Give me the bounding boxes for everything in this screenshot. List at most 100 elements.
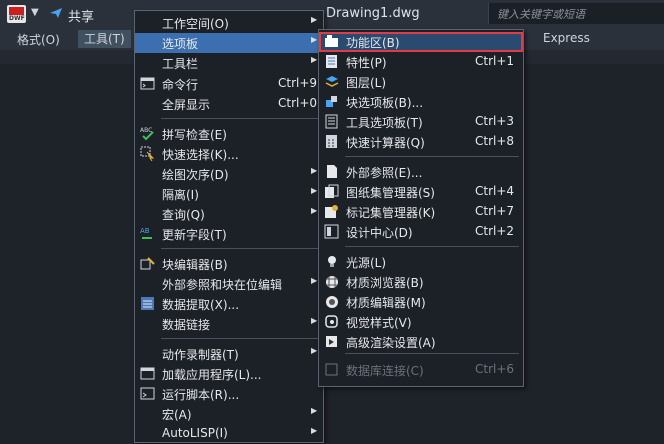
menu-separator — [161, 248, 319, 249]
tools-menu-item[interactable]: 运行脚本(R)... — [135, 384, 323, 404]
tools-menu-item-label: 全屏显示 — [162, 98, 211, 112]
submenu-arrow-icon: ▶ — [311, 35, 318, 44]
submenu-arrow-icon: ▶ — [311, 316, 318, 325]
tools-menu-item[interactable]: 动作录制器(T) ▶ — [135, 344, 323, 364]
palettes-menu-item[interactable]: 图层(L) — [319, 72, 523, 92]
palettes-menu-item-label: 图纸集管理器(S) — [346, 186, 435, 200]
tools-menu-item-label: 快速选择(K)... — [162, 148, 239, 162]
tools-menu-item-label: 外部参照和块在位编辑 — [162, 278, 283, 292]
submenu-arrow-icon: ▶ — [311, 55, 318, 64]
search-box[interactable]: 键入关键字或短语 — [488, 3, 664, 24]
share-label[interactable]: 共享 — [68, 6, 94, 25]
menu-tools[interactable]: 工具(T) — [78, 30, 131, 48]
data-extraction-icon — [141, 297, 154, 310]
tools-menu-item-label: 拼写检查(E) — [162, 128, 227, 142]
ribbon-icon — [325, 35, 338, 47]
tools-menu-item[interactable]: AB 更新字段(T) — [135, 224, 323, 244]
palettes-menu-item[interactable]: 设计中心(D) Ctrl+2 — [319, 222, 523, 242]
tools-menu-item[interactable]: 隔离(I) ▶ — [135, 184, 323, 204]
palettes-menu-item[interactable]: 特性(P) Ctrl+1 — [319, 52, 523, 72]
render-settings-icon — [326, 336, 337, 347]
shortcut-label: Ctrl+4 — [475, 184, 515, 198]
tools-menu-item[interactable]: 选项板 ▶ — [135, 33, 323, 53]
palettes-menu-item[interactable]: 视觉样式(V) — [319, 312, 523, 332]
tools-menu-item[interactable]: AutoLISP(I) ▶ — [135, 424, 323, 444]
palettes-menu-item[interactable]: 快速计算器(Q) Ctrl+8 — [319, 132, 523, 152]
palettes-menu-item-label: 快速计算器(Q) — [346, 136, 425, 150]
tools-menu-item-label: 动作录制器(T) — [162, 348, 239, 362]
tools-menu-item[interactable]: 宏(A) ▶ — [135, 404, 323, 424]
submenu-arrow-icon: ▶ — [311, 346, 318, 355]
command-line-icon — [140, 77, 155, 90]
palettes-submenu: 功能区(B) 特性(P) Ctrl+1 图层(L) 块选项板(B)... 工具选项板(T)… — [318, 29, 524, 387]
palettes-menu-item[interactable]: 功能区(B) — [319, 32, 523, 52]
tools-menu-item[interactable]: 外部参照和块在位编辑 ▶ — [135, 274, 323, 294]
visual-styles-icon — [325, 315, 338, 328]
tools-menu-item-label: 隔离(I) — [162, 188, 199, 202]
share-icon[interactable] — [49, 7, 63, 19]
tools-menu-item-label: 块编辑器(B) — [162, 258, 228, 272]
palettes-menu-item[interactable]: 材质编辑器(M) — [319, 292, 523, 312]
xref-icon — [327, 165, 337, 178]
submenu-arrow-icon: ▶ — [311, 426, 318, 435]
tools-menu-item-label: 数据提取(X)... — [162, 298, 240, 312]
tools-menu-item[interactable]: 数据提取(X)... — [135, 294, 323, 314]
palettes-menu-item[interactable]: 外部参照(E)... — [319, 162, 523, 182]
tools-menu-item[interactable]: 绘图次序(D) ▶ — [135, 164, 323, 184]
submenu-arrow-icon: ▶ — [311, 186, 318, 195]
tools-menu-item[interactable]: 命令行 Ctrl+9 — [135, 74, 323, 94]
menu-separator — [345, 156, 519, 157]
palettes-menu-item-label: 光源(L) — [346, 256, 387, 270]
tools-menu-item[interactable]: 工具栏 ▶ — [135, 53, 323, 73]
quick-access-dropdown-icon[interactable]: ▼ — [31, 7, 39, 18]
properties-icon — [326, 55, 337, 68]
layers-icon — [325, 76, 339, 87]
tools-menu-item[interactable]: 查询(Q) ▶ — [135, 204, 323, 224]
menu-format[interactable]: 格式(O) — [17, 31, 60, 48]
tools-menu-item-label: 宏(A) — [162, 408, 192, 422]
palettes-menu-item-label: 外部参照(E)... — [346, 166, 423, 180]
tools-menu-item-label: 绘图次序(D) — [162, 168, 229, 182]
shortcut-label: Ctrl+3 — [475, 114, 515, 128]
menu-separator — [161, 338, 319, 339]
shortcut-label: Ctrl+2 — [475, 224, 515, 238]
palettes-menu-item[interactable]: 块选项板(B)... — [319, 92, 523, 112]
shortcut-label: Ctrl+0 — [278, 96, 318, 110]
tools-menu-item[interactable]: ABC 拼写检查(E) — [135, 124, 323, 144]
run-script-icon — [140, 387, 155, 400]
palettes-menu-item[interactable]: 光源(L) — [319, 252, 523, 272]
menu-express[interactable]: Express — [543, 31, 590, 45]
sheet-set-icon — [325, 184, 339, 198]
shortcut-label: Ctrl+1 — [475, 54, 515, 68]
palettes-menu-item[interactable]: 高级渲染设置(A) — [319, 332, 523, 352]
tools-menu-item[interactable]: 全屏显示 Ctrl+0 — [135, 94, 323, 114]
palettes-menu-item[interactable]: 材质浏览器(B) — [319, 272, 523, 292]
tools-menu-item-label: 选项板 — [162, 37, 199, 51]
tools-menu-item[interactable]: 块编辑器(B) — [135, 254, 323, 274]
menu-separator — [345, 353, 519, 354]
materials-browser-icon — [326, 276, 338, 288]
update-field-icon: AB — [140, 227, 152, 239]
title-bar: DWF ▼ 共享 Drawing1.dwg 键入关键字或短语 — [0, 0, 664, 28]
tools-menu-item[interactable]: 加载应用程序(L)... — [135, 364, 323, 384]
palettes-menu-item[interactable]: 标记集管理器(K) Ctrl+7 — [319, 202, 523, 222]
block-palette-icon — [326, 96, 337, 107]
palettes-menu-item-label: 标记集管理器(K) — [346, 206, 436, 220]
palettes-menu-item[interactable]: 图纸集管理器(S) Ctrl+4 — [319, 182, 523, 202]
tools-menu-item-label: 工作空间(O) — [162, 17, 229, 31]
app-logo[interactable]: DWF — [7, 5, 26, 23]
tool-palettes-icon — [325, 114, 338, 129]
palettes-menu-item-label: 材质编辑器(M) — [346, 296, 426, 310]
search-input[interactable]: 键入关键字或短语 — [497, 6, 585, 22]
palettes-menu-item[interactable]: 工具选项板(T) Ctrl+3 — [319, 112, 523, 132]
shortcut-label: Ctrl+7 — [475, 204, 515, 218]
palettes-menu-item-label: 功能区(B) — [346, 36, 400, 50]
tools-menu-item-label: 工具栏 — [162, 57, 199, 71]
spell-check-icon: ABC — [140, 127, 154, 141]
db-connect-icon — [325, 363, 338, 376]
palettes-menu-item-label: 视觉样式(V) — [346, 316, 412, 330]
tools-menu-item[interactable]: 数据链接 ▶ — [135, 314, 323, 334]
tools-menu-item[interactable]: 快速选择(K)... — [135, 144, 323, 164]
calculator-icon — [326, 135, 337, 148]
tools-menu-item[interactable]: 工作空间(O) ▶ — [135, 13, 323, 33]
